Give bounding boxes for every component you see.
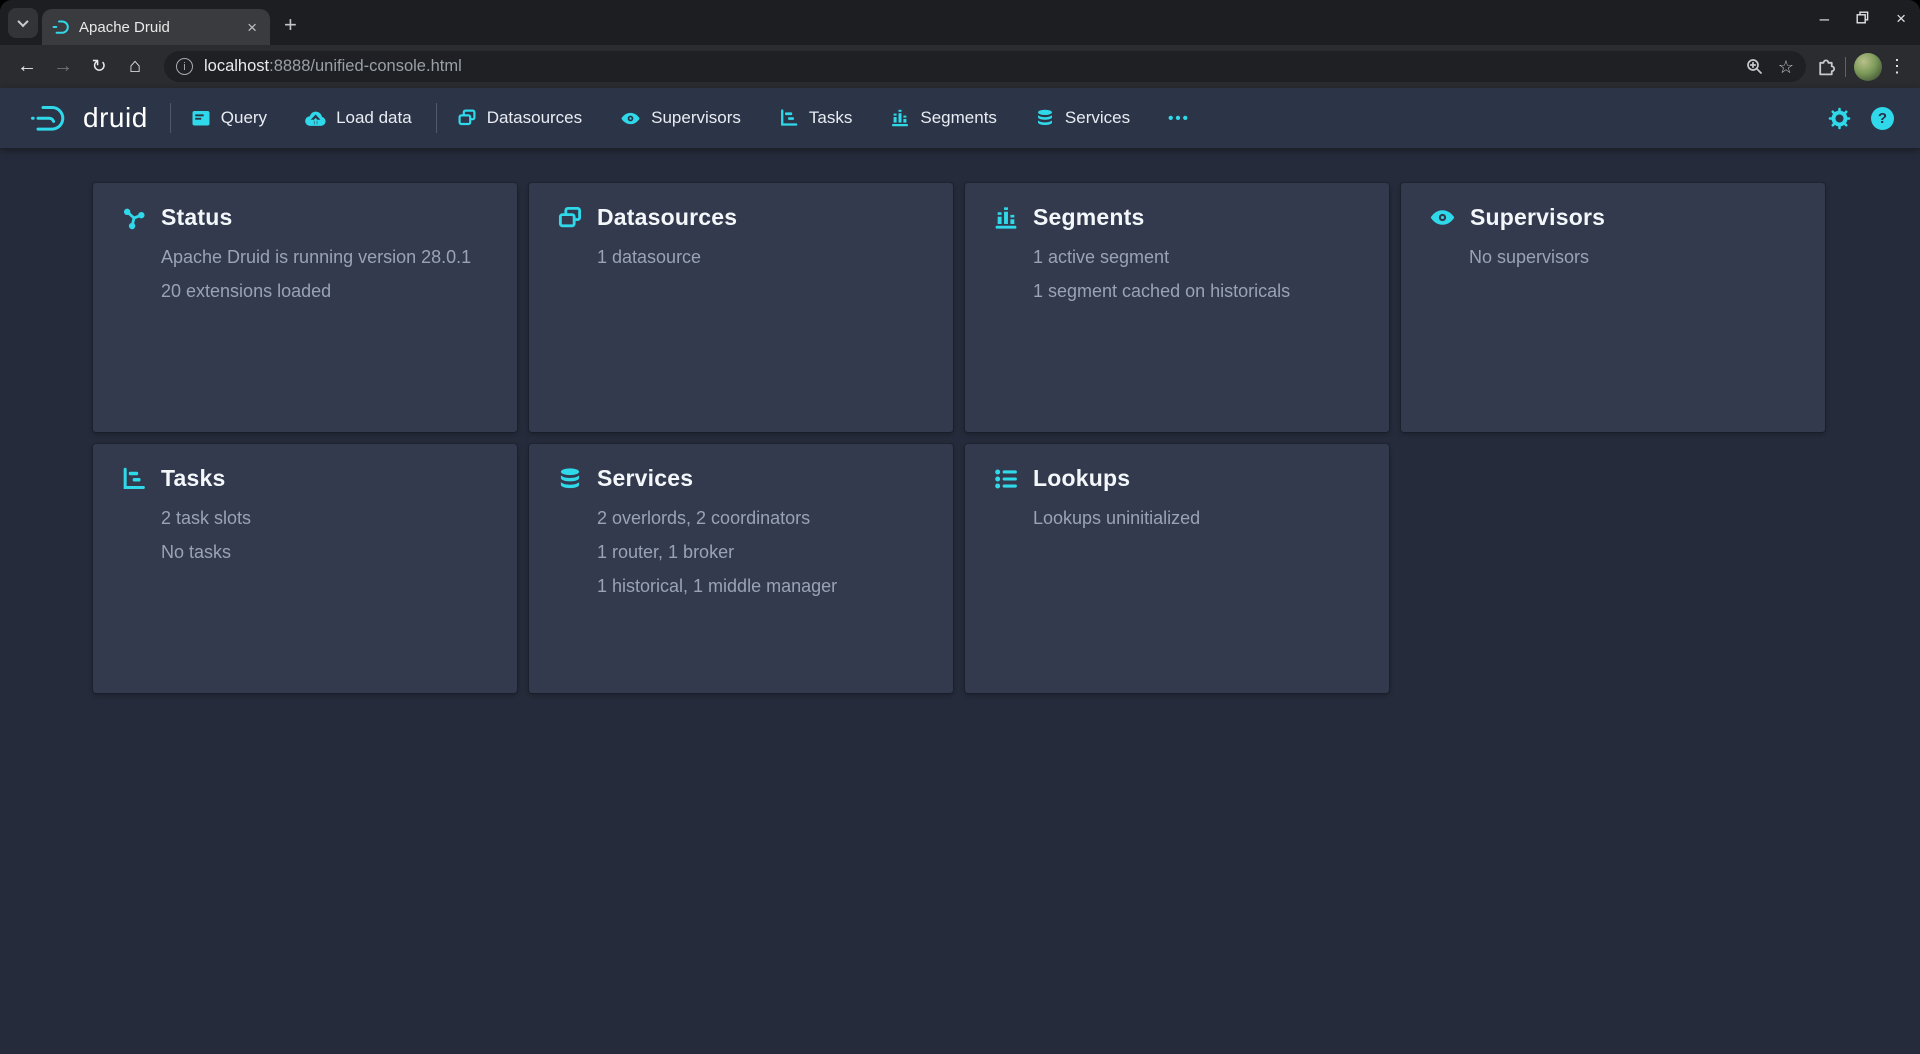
card-line: 1 segment cached on historicals <box>1033 281 1361 302</box>
nav-label: Services <box>1065 108 1130 128</box>
url-text[interactable]: localhost:8888/unified-console.html <box>204 57 1745 76</box>
card-title: Services <box>597 465 693 492</box>
cloud-upload-icon <box>305 108 326 129</box>
tab-title: Apache Druid <box>79 19 242 36</box>
console-icon <box>191 108 211 128</box>
eye-icon <box>620 108 641 129</box>
address-bar[interactable]: i localhost:8888/unified-console.html ☆ <box>164 51 1806 82</box>
druid-logo-icon <box>30 103 74 134</box>
status-card[interactable]: Status Apache Druid is running version 2… <box>93 183 517 432</box>
tab-search-button[interactable] <box>8 8 38 38</box>
nav-item-segments[interactable]: Segments <box>888 102 999 134</box>
card-line: Apache Druid is running version 28.0.1 <box>161 247 489 268</box>
browser-toolbar: ← → ↻ ⌂ i localhost:8888/unified-console… <box>0 45 1920 88</box>
nav-item-group-left: Query Load data <box>189 102 414 135</box>
database-icon <box>557 466 583 492</box>
window-controls: – × <box>1820 10 1906 27</box>
nav-item-load-data[interactable]: Load data <box>303 102 414 135</box>
card-line: 2 task slots <box>161 508 489 529</box>
window-restore-button[interactable] <box>1856 10 1869 27</box>
zoom-icon[interactable] <box>1745 57 1764 76</box>
datasources-card[interactable]: Datasources 1 datasource <box>529 183 953 432</box>
forward-button[interactable]: → <box>46 50 80 84</box>
toolbar-separator <box>1845 57 1846 77</box>
nav-item-supervisors[interactable]: Supervisors <box>618 102 743 135</box>
druid-logo-text: druid <box>83 102 148 134</box>
profile-avatar[interactable] <box>1854 53 1882 81</box>
window-close-button[interactable]: × <box>1896 10 1906 27</box>
nav-item-services[interactable]: Services <box>1033 102 1132 134</box>
multi-layers-icon <box>557 205 583 231</box>
site-info-icon[interactable]: i <box>176 58 193 75</box>
nav-item-datasources[interactable]: Datasources <box>455 102 584 134</box>
home-button[interactable]: ⌂ <box>118 50 152 84</box>
chevron-down-icon <box>17 16 28 27</box>
url-path: :8888/unified-console.html <box>269 57 462 75</box>
card-title: Tasks <box>161 465 226 492</box>
nav-item-tasks[interactable]: Tasks <box>777 102 854 134</box>
card-line: 1 datasource <box>597 247 925 268</box>
nav-label: Segments <box>920 108 997 128</box>
window-minimize-button[interactable]: – <box>1820 10 1829 27</box>
supervisors-card[interactable]: Supervisors No supervisors <box>1401 183 1825 432</box>
card-line: 20 extensions loaded <box>161 281 489 302</box>
nav-more-button[interactable]: ••• <box>1166 104 1192 133</box>
card-line: Lookups uninitialized <box>1033 508 1361 529</box>
druid-logo[interactable]: druid <box>30 102 148 134</box>
browser-menu-kebab-icon[interactable]: ⋮ <box>1884 50 1910 84</box>
gantt-icon <box>121 466 147 492</box>
browser-tab-apache-druid[interactable]: Apache Druid × <box>42 9 270 45</box>
lookups-card[interactable]: Lookups Lookups uninitialized <box>965 444 1389 693</box>
nav-separator <box>436 103 437 133</box>
segments-card[interactable]: Segments 1 active segment 1 segment cach… <box>965 183 1389 432</box>
nav-label: Load data <box>336 108 412 128</box>
nav-label: Query <box>221 108 267 128</box>
more-dots-icon: ••• <box>1168 110 1190 127</box>
card-line: 1 historical, 1 middle manager <box>597 576 925 597</box>
extensions-puzzle-icon[interactable] <box>1816 56 1837 77</box>
properties-list-icon <box>993 466 1019 492</box>
browser-window: Apache Druid × + – × ← → ↻ ⌂ i localhos <box>0 0 1920 1054</box>
card-line: No tasks <box>161 542 489 563</box>
nav-item-query[interactable]: Query <box>189 102 269 134</box>
new-tab-button[interactable]: + <box>284 14 297 36</box>
card-title: Segments <box>1033 204 1145 231</box>
card-line: 2 overlords, 2 coordinators <box>597 508 925 529</box>
help-icon[interactable]: ? <box>1871 107 1894 130</box>
gear-icon[interactable] <box>1828 107 1851 130</box>
eye-icon <box>1429 204 1456 231</box>
nav-label: Supervisors <box>651 108 741 128</box>
gantt-icon <box>779 108 799 128</box>
card-title: Supervisors <box>1470 204 1605 231</box>
nav-label: Datasources <box>487 108 582 128</box>
nav-item-group-main: Datasources Supervisors Tasks <box>455 102 1192 135</box>
services-card[interactable]: Services 2 overlords, 2 coordinators 1 r… <box>529 444 953 693</box>
card-title: Lookups <box>1033 465 1130 492</box>
omnibox-actions: ☆ <box>1745 57 1794 76</box>
nav-label: Tasks <box>809 108 852 128</box>
tasks-card[interactable]: Tasks 2 task slots No tasks <box>93 444 517 693</box>
nav-item-group-right: ? <box>1828 107 1894 130</box>
bookmark-star-icon[interactable]: ☆ <box>1778 58 1794 76</box>
multi-layers-icon <box>457 108 477 128</box>
nav-separator <box>170 103 171 133</box>
back-button[interactable]: ← <box>10 50 44 84</box>
druid-favicon-icon <box>52 18 70 36</box>
url-host: localhost <box>204 57 269 75</box>
card-title: Status <box>161 204 233 231</box>
card-line: No supervisors <box>1469 247 1797 268</box>
bar-chart-icon <box>993 205 1019 231</box>
druid-top-nav: druid Query Load data <box>0 88 1920 148</box>
card-line: 1 active segment <box>1033 247 1361 268</box>
tab-close-icon[interactable]: × <box>242 17 262 38</box>
restore-icon <box>1856 11 1869 24</box>
home-dashboard: Status Apache Druid is running version 2… <box>0 148 1920 1054</box>
graph-icon <box>121 205 147 231</box>
reload-button[interactable]: ↻ <box>82 50 116 84</box>
card-line: 1 router, 1 broker <box>597 542 925 563</box>
card-title: Datasources <box>597 204 737 231</box>
database-icon <box>1035 108 1055 128</box>
bar-chart-icon <box>890 108 910 128</box>
browser-tab-strip: Apache Druid × + – × <box>0 0 1920 45</box>
